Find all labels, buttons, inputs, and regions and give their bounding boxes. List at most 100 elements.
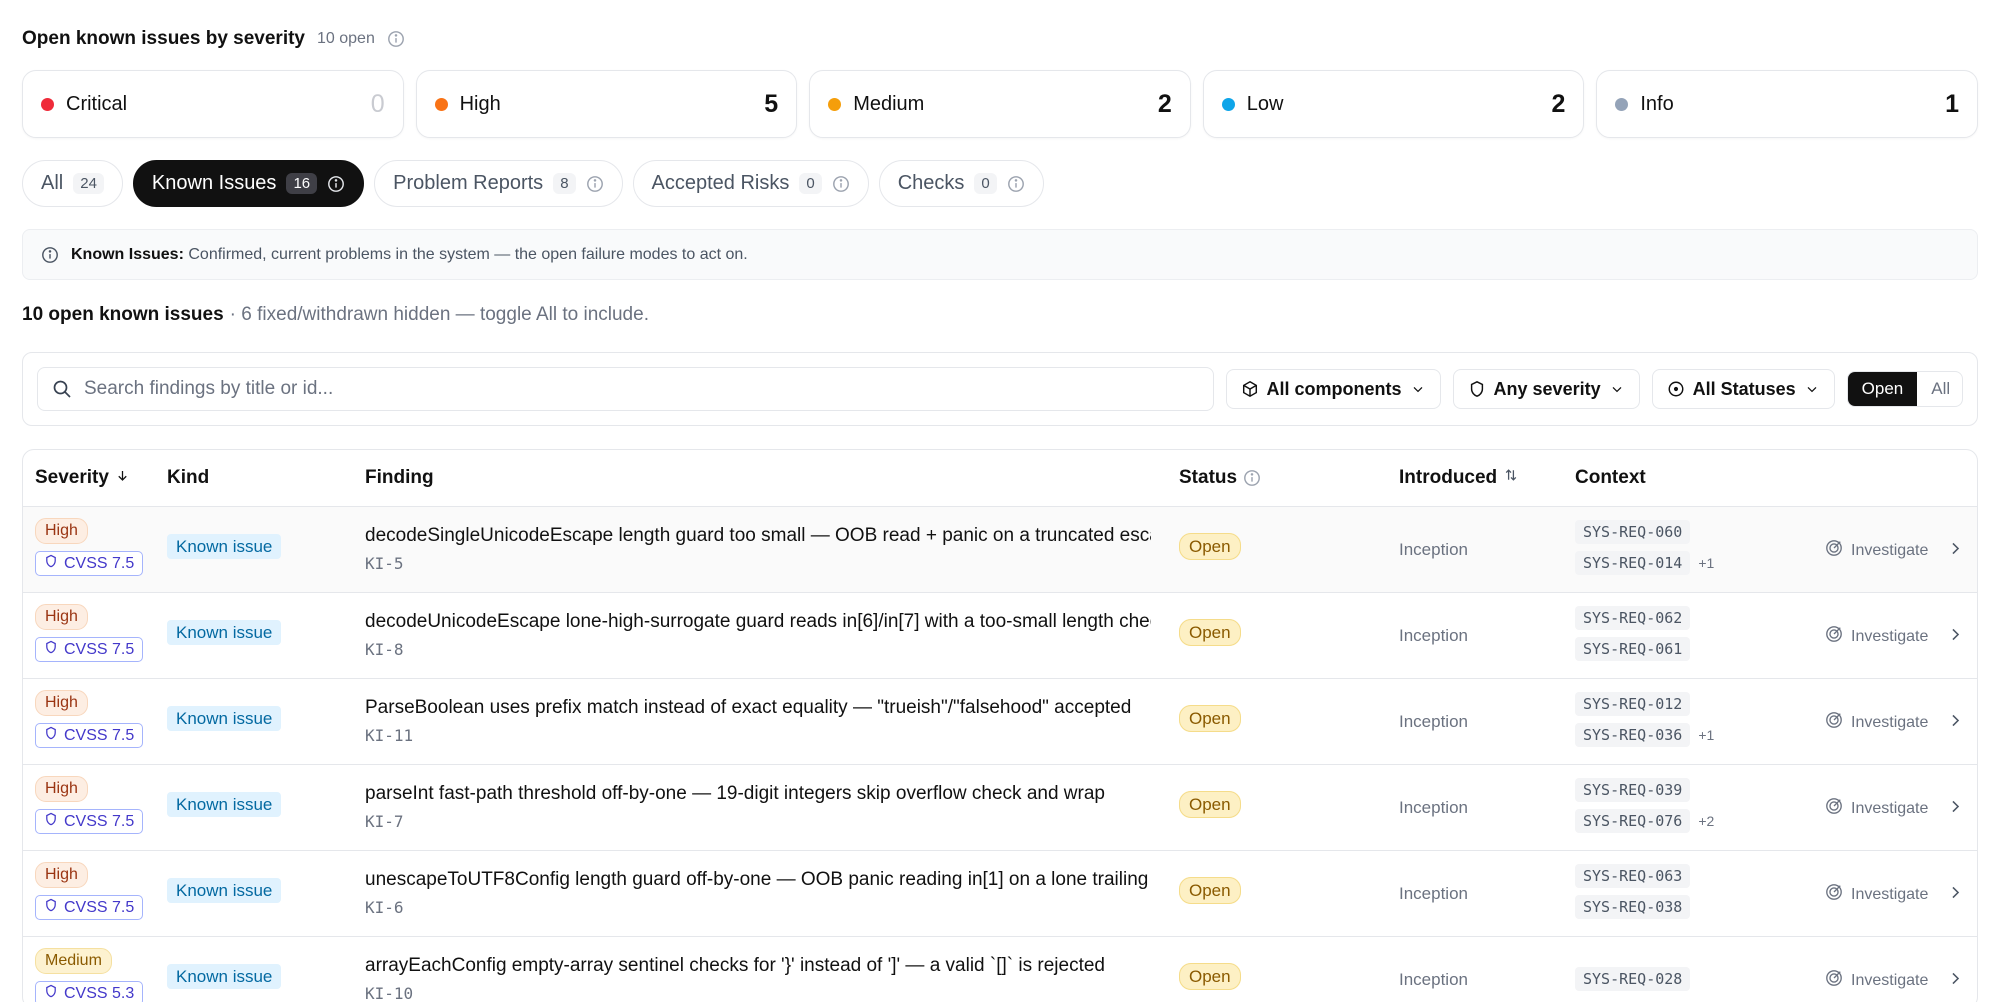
- more-requirements[interactable]: +1: [1698, 727, 1714, 743]
- tab-checks[interactable]: Checks 0: [878, 160, 1044, 207]
- investigate-icon: [1825, 883, 1843, 906]
- shield-icon: [44, 898, 58, 917]
- requirement-tag[interactable]: SYS-REQ-062: [1575, 606, 1691, 630]
- cvss-score: CVSS 7.5: [64, 554, 135, 572]
- search-input[interactable]: [84, 378, 1199, 400]
- severity-card-medium[interactable]: Medium 2: [809, 70, 1191, 138]
- tab-count: 24: [73, 173, 104, 194]
- introduced-value: Inception: [1399, 712, 1468, 731]
- finding-id: KI-7: [365, 812, 404, 831]
- more-requirements[interactable]: +1: [1698, 555, 1714, 571]
- chevron-right-icon[interactable]: [1947, 798, 1964, 820]
- requirement-tag[interactable]: SYS-REQ-039: [1575, 778, 1691, 802]
- chevron-right-icon[interactable]: [1947, 884, 1964, 906]
- investigate-button[interactable]: Investigate: [1825, 539, 1928, 562]
- table-row[interactable]: High CVSS 7.5 Known issue decodeSingleUnico…: [23, 507, 1977, 593]
- col-introduced[interactable]: Introduced: [1399, 467, 1519, 489]
- info-icon[interactable]: [1243, 469, 1261, 487]
- status-dropdown[interactable]: All Statuses: [1651, 369, 1835, 409]
- status-cell: Open: [1179, 791, 1241, 818]
- severity-card-high[interactable]: High 5: [415, 70, 798, 138]
- table-row[interactable]: High CVSS 7.5 Known issue unescapeToUTF8Con…: [23, 851, 1977, 937]
- requirement-tag[interactable]: SYS-REQ-028: [1575, 967, 1691, 991]
- requirement-tag[interactable]: SYS-REQ-063: [1575, 864, 1691, 888]
- toggle-all[interactable]: All: [1917, 372, 1962, 406]
- investigate-button[interactable]: Investigate: [1825, 711, 1928, 734]
- col-finding: Finding: [365, 467, 434, 489]
- chevron-right-icon[interactable]: [1947, 626, 1964, 648]
- cvss-score: CVSS 7.5: [64, 726, 135, 744]
- finding-title[interactable]: ParseBoolean uses prefix match instead o…: [365, 697, 1151, 719]
- table-row[interactable]: High CVSS 7.5 Known issue parseInt fast-pat…: [23, 765, 1977, 851]
- tab-count: 0: [799, 173, 822, 194]
- chevron-right-icon[interactable]: [1947, 712, 1964, 734]
- finding-title[interactable]: decodeSingleUnicodeEscape length guard t…: [365, 525, 1151, 547]
- info-icon[interactable]: [1007, 175, 1025, 193]
- tab-all[interactable]: All 24: [22, 160, 123, 207]
- chevron-right-icon[interactable]: [1947, 970, 1964, 992]
- status-circle-icon: [1667, 380, 1685, 398]
- table-row[interactable]: High CVSS 7.5 Known issue decodeUnicodeEsca…: [23, 593, 1977, 679]
- finding-title[interactable]: arrayEachConfig empty-array sentinel che…: [365, 955, 1151, 977]
- info-icon[interactable]: [586, 175, 604, 193]
- finding-title[interactable]: parseInt fast-path threshold off-by-one …: [365, 783, 1151, 805]
- introduced-value: Inception: [1399, 626, 1468, 645]
- col-introduced-label: Introduced: [1399, 467, 1498, 488]
- investigate-button[interactable]: Investigate: [1825, 797, 1928, 820]
- severity-card-low[interactable]: Low 2: [1202, 70, 1585, 138]
- tab-accepted-risks[interactable]: Accepted Risks 0: [632, 160, 869, 207]
- kind-cell: Known issue: [167, 878, 282, 903]
- info-icon[interactable]: [387, 30, 405, 48]
- severity-dot: [41, 97, 54, 111]
- severity-dropdown[interactable]: Any severity: [1452, 369, 1640, 409]
- requirement-tag[interactable]: SYS-REQ-014: [1575, 551, 1691, 575]
- tab-known-issues[interactable]: Known Issues 16: [132, 160, 365, 207]
- status-badge: Open: [1179, 533, 1241, 560]
- col-kind-label: Kind: [167, 467, 210, 488]
- severity-count: 0: [370, 89, 385, 118]
- col-severity[interactable]: Severity: [35, 467, 130, 489]
- requirement-tag[interactable]: SYS-REQ-012: [1575, 692, 1691, 716]
- info-icon[interactable]: [832, 175, 850, 193]
- severity-card-info[interactable]: Info 1: [1596, 70, 1978, 138]
- investigate-button[interactable]: Investigate: [1825, 969, 1928, 992]
- requirement-tag[interactable]: SYS-REQ-061: [1575, 637, 1691, 661]
- requirement-tag[interactable]: SYS-REQ-036: [1575, 723, 1691, 747]
- requirement-tag[interactable]: SYS-REQ-076: [1575, 809, 1691, 833]
- chevron-right-icon[interactable]: [1947, 540, 1964, 562]
- severity-card-critical[interactable]: Critical 0: [22, 70, 404, 138]
- status-badge: Open: [1179, 705, 1241, 732]
- cvss-badge: CVSS 7.5: [35, 723, 144, 748]
- context-cell: SYS-REQ-063 SYS-REQ-038: [1575, 864, 1691, 919]
- tab-problem-reports[interactable]: Problem Reports 8: [374, 160, 623, 207]
- severity-name: Info: [1640, 92, 1674, 115]
- col-finding-label: Finding: [365, 467, 434, 488]
- context-cell: SYS-REQ-028: [1575, 967, 1691, 991]
- status-badge: Open: [1179, 963, 1241, 990]
- table-row[interactable]: High CVSS 7.5 Known issue ParseBoolean uses…: [23, 679, 1977, 765]
- kind-badge: Known issue: [167, 878, 282, 903]
- severity-dot: [1615, 97, 1629, 111]
- more-requirements[interactable]: +2: [1698, 813, 1714, 829]
- requirement-tag[interactable]: SYS-REQ-060: [1575, 520, 1691, 544]
- toggle-open[interactable]: Open: [1847, 372, 1918, 406]
- severity-count: 1: [1945, 89, 1959, 118]
- investigate-button[interactable]: Investigate: [1825, 625, 1928, 648]
- severity-count: 5: [764, 89, 779, 118]
- table-row[interactable]: Medium CVSS 5.3 Known issue arrayEachConfig…: [23, 937, 1977, 1002]
- introduced-value: Inception: [1399, 798, 1468, 817]
- info-icon[interactable]: [327, 175, 345, 193]
- finding-title[interactable]: decodeUnicodeEscape lone-high-surrogate …: [365, 611, 1151, 633]
- severity-dot: [1221, 97, 1235, 111]
- requirement-tag[interactable]: SYS-REQ-038: [1575, 895, 1691, 919]
- investigate-label: Investigate: [1851, 799, 1929, 817]
- components-dropdown[interactable]: All components: [1225, 369, 1441, 409]
- investigate-button[interactable]: Investigate: [1825, 883, 1928, 906]
- finding-title[interactable]: unescapeToUTF8Config length guard off-by…: [365, 869, 1151, 891]
- investigate-icon: [1825, 969, 1843, 992]
- shield-icon: [44, 640, 58, 659]
- col-kind: Kind: [167, 467, 209, 489]
- kind-badge: Known issue: [167, 706, 282, 731]
- severity-cards: Critical 0 High 5 Medium 2 Low 2 Info 1: [22, 70, 1978, 138]
- severity-name: Low: [1246, 92, 1284, 115]
